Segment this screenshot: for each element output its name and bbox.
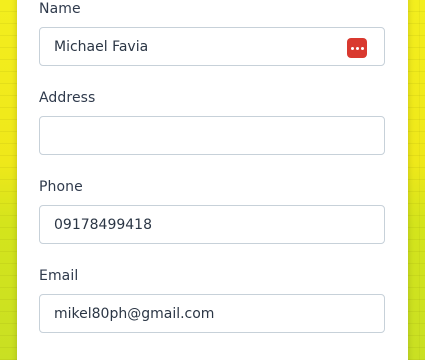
name-input[interactable] [39,27,385,66]
password-manager-icon[interactable] [347,38,367,58]
address-input[interactable] [39,116,385,155]
name-label: Name [39,1,81,17]
email-input[interactable] [39,294,385,333]
phone-input[interactable] [39,205,385,244]
address-label: Address [39,90,96,106]
email-label: Email [39,268,79,284]
phone-label: Phone [39,179,83,195]
